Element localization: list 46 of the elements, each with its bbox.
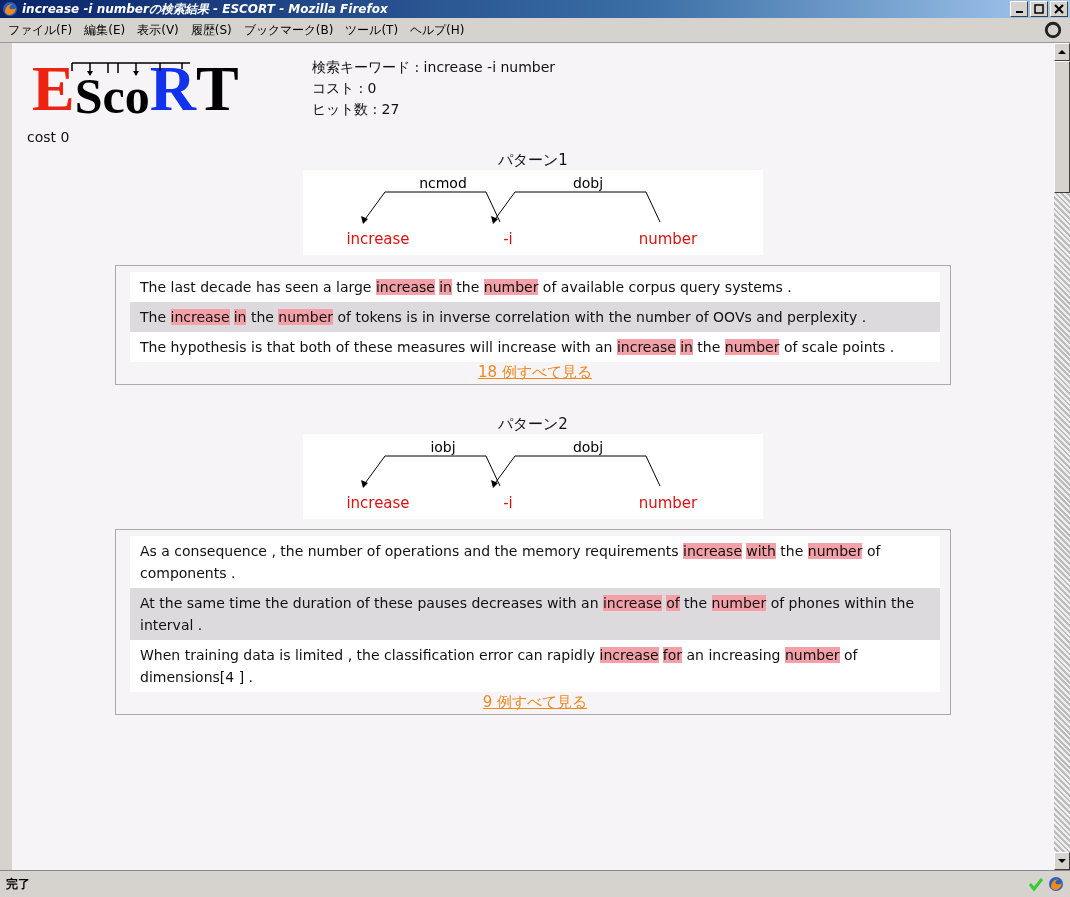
status-text: 完了 xyxy=(6,875,30,893)
menu-item[interactable]: 編集(E) xyxy=(84,21,126,39)
pattern-title: パターン1 xyxy=(498,151,568,170)
browser-logo-icon xyxy=(2,1,18,17)
scroll-up-arrow-icon[interactable] xyxy=(1057,47,1067,57)
cost-label: cost 0 xyxy=(26,128,71,145)
example-sentence: The increase in the number of tokens is in inverse correlation with the number of OOVs and perplexity . xyxy=(130,302,940,332)
checkmark-icon xyxy=(1028,876,1044,892)
window-title: increase -i numberの検索結果 - ESCORT - Mozilla Firefox xyxy=(22,0,388,18)
example-sentence: The hypothesis is that both of these measures will increase with an increase in the number of scale points . xyxy=(130,332,940,362)
close-icon xyxy=(1053,3,1065,15)
menu-item[interactable]: ファイル(F) xyxy=(8,21,73,39)
vertical-scrollbar[interactable] xyxy=(1054,43,1070,870)
example-sentence: When training data is limited , the classification error can rapidly increase for an increasing number of dimensions[4 ] . xyxy=(130,640,940,692)
dependency-label: dobj xyxy=(572,175,604,191)
logo: EScoRT xyxy=(32,57,240,121)
dependency-label: dobj xyxy=(572,439,604,455)
minimize-icon xyxy=(1015,11,1023,13)
example-sentence: As a consequence , the number of operations and the memory requirements increase with the number of components . xyxy=(130,536,940,588)
browser-logo-icon xyxy=(1048,876,1064,892)
menu-item[interactable]: ツール(T) xyxy=(345,21,399,39)
menu-item[interactable]: 履歴(S) xyxy=(190,21,232,39)
maximize-button[interactable] xyxy=(1030,1,1048,17)
pattern-title: パターン2 xyxy=(498,415,568,434)
scroll-down-arrow-icon[interactable] xyxy=(1057,856,1067,866)
diagram-word: increase xyxy=(346,494,410,512)
search-summary-line: 検索キーワード : increase -i number xyxy=(312,58,556,77)
dependency-label: ncmod xyxy=(419,175,467,191)
close-button[interactable] xyxy=(1050,1,1068,17)
example-sentence: The last decade has seen a large increase in the number of available corpus query systems . xyxy=(130,272,940,302)
menu-item[interactable]: ブックマーク(B) xyxy=(243,21,334,39)
search-summary-line: コスト : 0 xyxy=(312,79,378,98)
menu-item[interactable]: 表示(V) xyxy=(137,21,179,39)
dependency-label: iobj xyxy=(430,439,456,455)
diagram-word: increase xyxy=(346,230,410,248)
scrollbar-thumb[interactable] xyxy=(1054,61,1070,193)
diagram-word: number xyxy=(638,494,698,512)
diagram-word: -i xyxy=(503,494,513,512)
example-sentence: At the same time the duration of these pauses decreases with an increase of the number of phones within the interval . xyxy=(130,588,940,640)
search-summary-line: ヒット数 : 27 xyxy=(312,100,401,119)
diagram-word: number xyxy=(638,230,698,248)
throbber-icon xyxy=(1044,21,1062,39)
menu-item[interactable]: ヘルプ(H) xyxy=(410,21,465,39)
maximize-icon xyxy=(1033,3,1045,15)
minimize-button[interactable] xyxy=(1010,1,1028,17)
diagram-word: -i xyxy=(503,230,513,248)
